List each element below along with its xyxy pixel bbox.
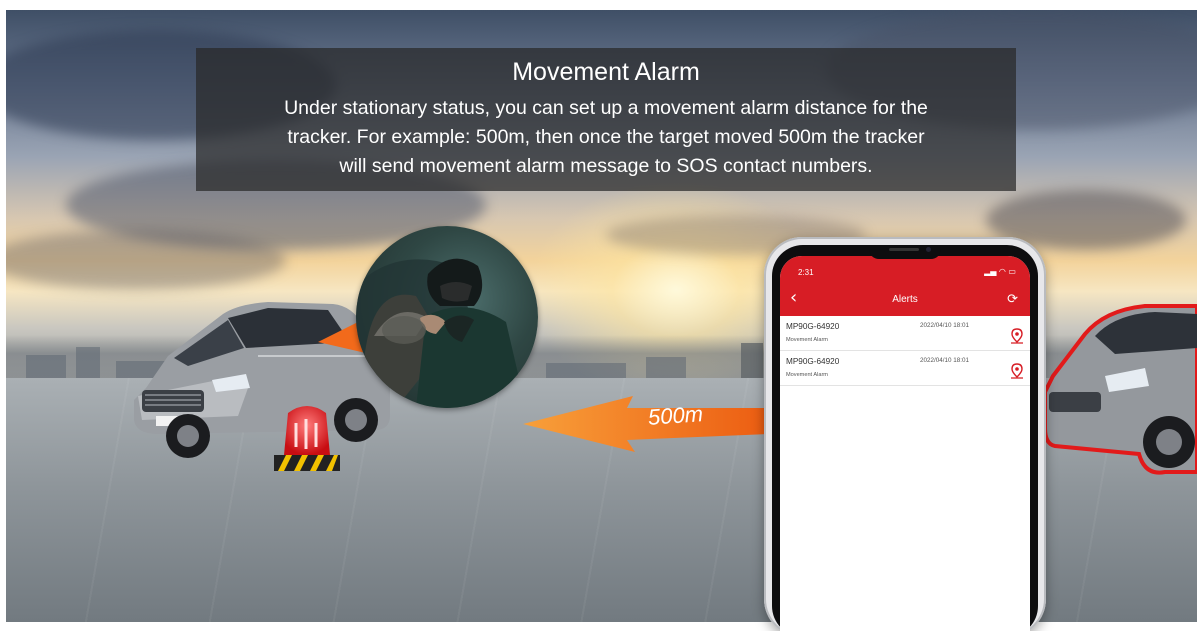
status-icons: ▂▄ ◠ ▭ (984, 267, 1016, 276)
alert-type: Movement Alarm (786, 337, 828, 343)
banner-line: Under stationary status, you can set up … (284, 97, 928, 119)
distance-label: 500m (647, 401, 704, 430)
thief-photo (356, 226, 538, 408)
building (76, 347, 100, 381)
refresh-icon[interactable]: ⟳ (1007, 292, 1018, 307)
alert-device-id: MP90G-64920 (786, 322, 840, 331)
phone-speaker (889, 248, 919, 251)
suv-car-right (1045, 304, 1197, 475)
alert-timestamp: 2022/04/10 18:01 (920, 322, 970, 329)
info-banner: Movement Alarm Under stationary status, … (196, 48, 1016, 191)
app-screen: 2:31 ▂▄ ◠ ▭ ‹ Alerts ⟳ MP90G-64920 2022/… (780, 256, 1030, 631)
building (741, 343, 763, 381)
map-pin-icon[interactable] (1010, 363, 1024, 379)
thief-illustration (356, 258, 526, 408)
alert-list-item[interactable]: MP90G-64920 2022/04/10 18:01 Movement Al… (780, 351, 1030, 386)
alarm-siren-icon (274, 406, 340, 471)
banner-description: Under stationary status, you can set up … (218, 94, 994, 181)
direction-arrow-icon (523, 396, 768, 452)
screen-title: Alerts (892, 294, 918, 305)
phone-camera (926, 247, 931, 252)
map-pin-icon[interactable] (1010, 328, 1024, 344)
cloud (6, 230, 286, 290)
banner-line: will send movement alarm message to SOS … (339, 155, 873, 177)
smartphone: 2:31 ▂▄ ◠ ▭ ‹ Alerts ⟳ MP90G-64920 2022/… (764, 237, 1046, 631)
app-header: 2:31 ▂▄ ◠ ▭ ‹ Alerts ⟳ (780, 256, 1030, 316)
alert-device-id: MP90G-64920 (786, 357, 840, 366)
alert-list-item[interactable]: MP90G-64920 2022/04/10 18:01 Movement Al… (780, 316, 1030, 351)
status-time: 2:31 (798, 268, 814, 277)
banner-line: tracker. For example: 500m, then once th… (287, 126, 925, 148)
alert-type: Movement Alarm (786, 372, 828, 378)
alert-timestamp: 2022/04/10 18:01 (920, 357, 970, 364)
banner-title: Movement Alarm (512, 58, 700, 86)
promo-image: Movement Alarm Under stationary status, … (0, 0, 1197, 631)
